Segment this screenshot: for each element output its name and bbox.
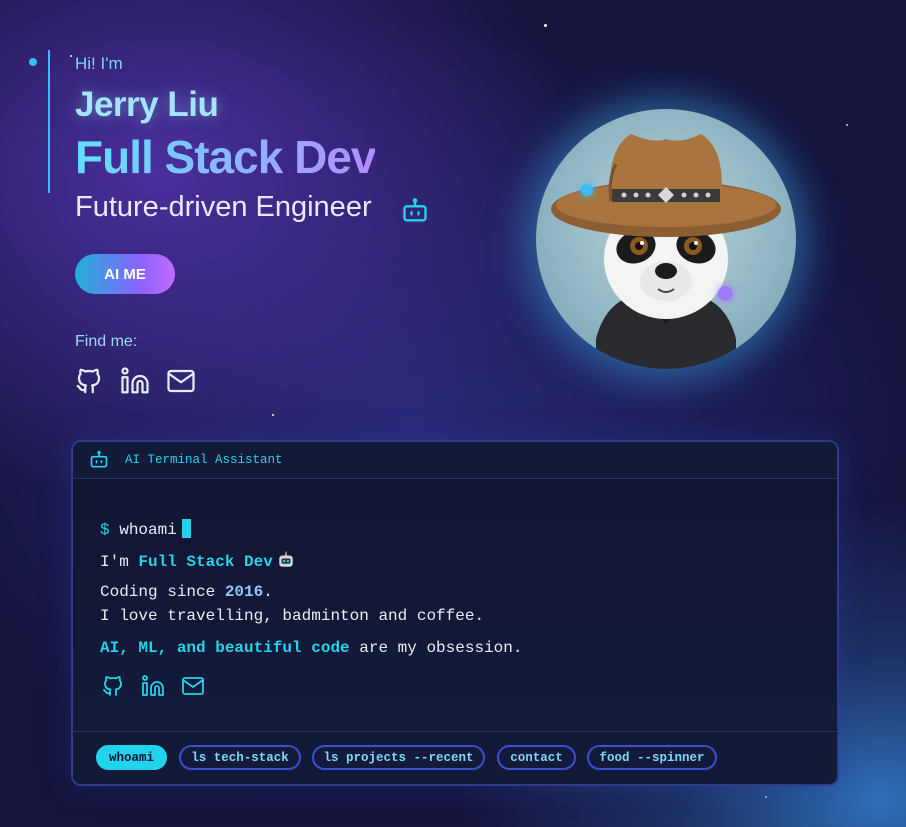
output-text: . — [263, 583, 273, 601]
output-highlight: Full Stack Dev — [138, 553, 273, 571]
output-highlight: AI, ML, and beautiful code — [100, 639, 350, 657]
cursor — [181, 519, 191, 538]
find-me-label: Find me: — [75, 333, 138, 350]
hero-subtitle: Future-driven Engineer — [75, 191, 372, 223]
prompt-symbol: $ — [100, 521, 110, 539]
github-icon[interactable] — [74, 366, 104, 396]
output-text: I'm — [100, 553, 139, 571]
avatar — [536, 109, 796, 369]
command-text: whoami — [119, 521, 177, 539]
linkedin-icon[interactable] — [120, 366, 150, 396]
star — [70, 55, 72, 57]
chip-ls-projects-recent[interactable]: ls projects --recent — [312, 745, 485, 770]
linkedin-icon[interactable] — [141, 674, 165, 698]
mail-icon[interactable] — [181, 674, 205, 698]
star — [846, 124, 848, 126]
robot-icon — [403, 198, 427, 222]
accent-line — [48, 50, 50, 193]
chip-ls-tech-stack[interactable]: ls tech-stack — [179, 745, 301, 770]
terminal-title: AI Terminal Assistant — [125, 453, 283, 467]
output-year: 2016 — [224, 583, 264, 601]
output-line-2: Coding since 2016. — [100, 583, 273, 601]
orb — [718, 286, 733, 301]
star — [544, 24, 547, 27]
mail-icon[interactable] — [166, 366, 196, 396]
hero-role: Full Stack Dev — [75, 131, 376, 183]
command-chip-bar: whoami ls tech-stack ls projects --recen… — [73, 731, 837, 784]
star — [765, 796, 767, 798]
ai-terminal: AI Terminal Assistant $ whoami I'm Full … — [71, 440, 839, 786]
output-line-3: I love travelling, badminton and coffee. — [100, 607, 485, 625]
output-text: Coding since — [100, 583, 225, 601]
accent-dot — [29, 58, 37, 66]
chip-food-spinner[interactable]: food --spinner — [587, 745, 717, 770]
hero-name: Jerry Liu — [75, 85, 219, 124]
orb — [581, 184, 593, 196]
greeting: Hi! I'm — [75, 54, 123, 73]
output-text: are my obsession. — [349, 639, 523, 657]
ai-me-button[interactable]: AI ME — [75, 254, 175, 294]
chip-contact[interactable]: contact — [497, 745, 576, 770]
robot-emoji-icon — [279, 551, 293, 567]
command-line: $ whoami — [100, 519, 191, 539]
star — [272, 414, 274, 416]
chip-whoami[interactable]: whoami — [96, 745, 167, 770]
robot-icon — [90, 450, 108, 468]
panda-illustration — [551, 134, 781, 369]
output-line-1: I'm Full Stack Dev — [100, 551, 295, 571]
output-line-4: AI, ML, and beautiful code are my obsess… — [100, 639, 522, 657]
terminal-header: AI Terminal Assistant — [73, 442, 837, 479]
github-icon[interactable] — [101, 674, 125, 698]
